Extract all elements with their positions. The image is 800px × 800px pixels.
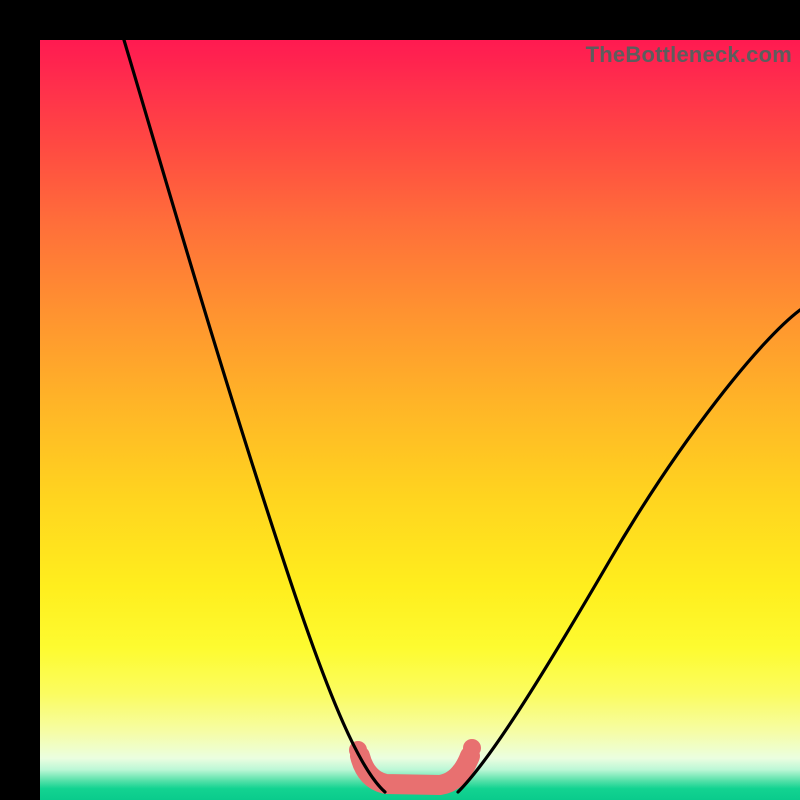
chart-curves-svg bbox=[40, 40, 800, 800]
ornament-bead-icon bbox=[463, 739, 481, 757]
right-curve-line bbox=[458, 310, 800, 792]
ornament-bead-icon bbox=[451, 763, 469, 781]
chart-plot-area: TheBottleneck.com bbox=[40, 40, 800, 800]
left-curve-line bbox=[124, 40, 385, 792]
chart-frame: TheBottleneck.com bbox=[0, 0, 800, 800]
